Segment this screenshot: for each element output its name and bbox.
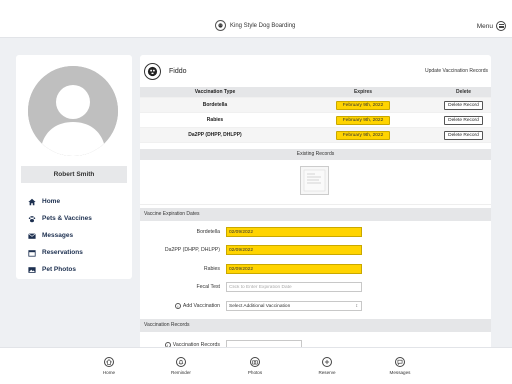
pet-avatar-icon xyxy=(144,63,161,80)
sidebar-item-home[interactable]: Home xyxy=(28,193,92,210)
envelope-icon xyxy=(28,232,36,239)
add-vaccination-text: Add Vaccination xyxy=(182,303,220,309)
plus-icon xyxy=(322,357,332,367)
camera-icon xyxy=(250,357,260,367)
rabies-row: Rabies xyxy=(140,263,491,275)
table-row: Rabies February 9th, 2022 Delete Record xyxy=(140,113,491,128)
rabies-date-input[interactable] xyxy=(226,264,362,274)
fecal-test-date-input[interactable] xyxy=(226,282,362,292)
expiration-badge: February 9th, 2022 xyxy=(335,100,391,110)
sidebar-item-label: Reservations xyxy=(42,249,83,256)
tab-reminder[interactable]: Reminder xyxy=(163,357,199,375)
sidebar-item-label: Messages xyxy=(42,232,74,239)
image-icon xyxy=(28,266,36,273)
bottom-tab-bar: Home Reminder Photos Reserve Messages xyxy=(0,347,512,384)
menu-label: Menu xyxy=(476,22,493,30)
sidebar-item-label: Pet Photos xyxy=(42,266,76,273)
tab-label: Reminder xyxy=(171,370,191,375)
tab-photos[interactable]: Photos xyxy=(237,357,273,375)
tab-reserve[interactable]: Reserve xyxy=(309,357,345,375)
table-row: Da2PP (DHPP, DHLPP) February 9th, 2022 D… xyxy=(140,128,491,143)
tab-label: Home xyxy=(102,370,116,375)
brand[interactable]: King Style Dog Boarding xyxy=(215,20,295,31)
expiration-badge: February 9th, 2022 xyxy=(335,115,391,125)
user-name: Robert Smith xyxy=(21,166,127,183)
pet-name: Fiddo xyxy=(169,68,187,75)
sidebar-item-pet-photos[interactable]: Pet Photos xyxy=(28,261,92,278)
tab-label: Photos xyxy=(247,370,263,375)
table-row: Bordetella February 9th, 2022 Delete Rec… xyxy=(140,98,491,113)
calendar-icon xyxy=(28,249,36,257)
paw-icon xyxy=(28,215,36,222)
chat-icon xyxy=(395,357,405,367)
avatar xyxy=(28,66,118,156)
fecal-test-row: Fecal Test xyxy=(140,281,491,293)
add-vaccination-select[interactable]: Select Additional Vaccination ↕ xyxy=(226,301,362,311)
vaccine-type: Bordetella xyxy=(202,102,228,108)
sidebar-item-label: Pets & Vaccines xyxy=(42,215,92,222)
fecal-test-label: Fecal Test xyxy=(196,284,220,290)
vaccination-records-header: Vaccination Records xyxy=(140,319,491,332)
sidebar-item-label: Home xyxy=(42,198,61,205)
sidebar-item-pets-vaccines[interactable]: Pets & Vaccines xyxy=(28,210,92,227)
profile-card: Robert Smith Home Pets & Vaccines Messag… xyxy=(16,55,132,279)
chevron-updown-icon: ↕ xyxy=(355,303,358,309)
vaccine-type: Rabies xyxy=(206,117,224,123)
dog-logo-icon xyxy=(215,20,226,31)
home-icon xyxy=(104,357,114,367)
pet-header: Fiddo xyxy=(144,63,187,80)
delete-record-button[interactable]: Delete Record xyxy=(444,115,483,125)
hamburger-icon xyxy=(496,21,506,31)
sidebar-item-reservations[interactable]: Reservations xyxy=(28,244,92,261)
da2pp-row: Da2PP (DHPP, DHLPP) xyxy=(140,244,491,256)
info-icon[interactable]: i xyxy=(174,303,181,309)
expiration-badge: February 9th, 2022 xyxy=(335,130,391,140)
delete-record-button[interactable]: Delete Record xyxy=(444,130,483,140)
da2pp-label: Da2PP (DHPP, DHLPP) xyxy=(164,247,220,253)
existing-records-header: Existing Records xyxy=(140,149,491,160)
column-header-type: Vaccination Type xyxy=(194,89,236,95)
selected-option: Select Additional Vaccination xyxy=(229,303,291,309)
table-header: Vaccination Type Expires Delete xyxy=(140,87,491,98)
update-vaccination-records-link[interactable]: Update Vaccination Records xyxy=(425,68,488,74)
home-icon xyxy=(28,198,36,205)
column-header-delete: Delete xyxy=(455,89,471,95)
da2pp-date-input[interactable] xyxy=(226,245,362,255)
add-vaccination-label: i Add Vaccination xyxy=(140,303,226,309)
add-vaccination-row: i Add Vaccination Select Additional Vacc… xyxy=(140,300,491,312)
existing-records-area xyxy=(140,161,491,205)
vaccination-table: Vaccination Type Expires Delete Bordetel… xyxy=(140,87,491,143)
record-thumbnail[interactable] xyxy=(300,166,329,195)
bell-icon xyxy=(176,357,186,367)
bordetella-date-input[interactable] xyxy=(226,227,362,237)
tab-label: Reserve xyxy=(318,370,336,375)
menu-button[interactable]: Menu xyxy=(477,21,506,31)
sidebar-item-messages[interactable]: Messages xyxy=(28,227,92,244)
bordetella-label: Bordetella xyxy=(196,229,220,235)
pet-vaccines-panel: Fiddo Update Vaccination Records Vaccina… xyxy=(140,55,491,351)
delete-record-button[interactable]: Delete Record xyxy=(444,100,483,110)
sidebar-nav: Home Pets & Vaccines Messages Reservatio… xyxy=(28,193,92,278)
column-header-expires: Expires xyxy=(353,89,373,95)
vaccine-type: Da2PP (DHPP, DHLPP) xyxy=(188,132,242,138)
tab-label: Messages xyxy=(389,370,411,375)
app-name: King Style Dog Boarding xyxy=(230,22,296,29)
bordetella-row: Bordetella xyxy=(140,226,491,238)
top-bar: King Style Dog Boarding Menu xyxy=(0,0,512,38)
tab-home[interactable]: Home xyxy=(91,357,127,375)
tab-messages[interactable]: Messages xyxy=(382,357,418,375)
rabies-label: Rabies xyxy=(203,266,220,272)
vaccine-expiration-dates-header: Vaccine Expiration Dates xyxy=(140,208,491,221)
